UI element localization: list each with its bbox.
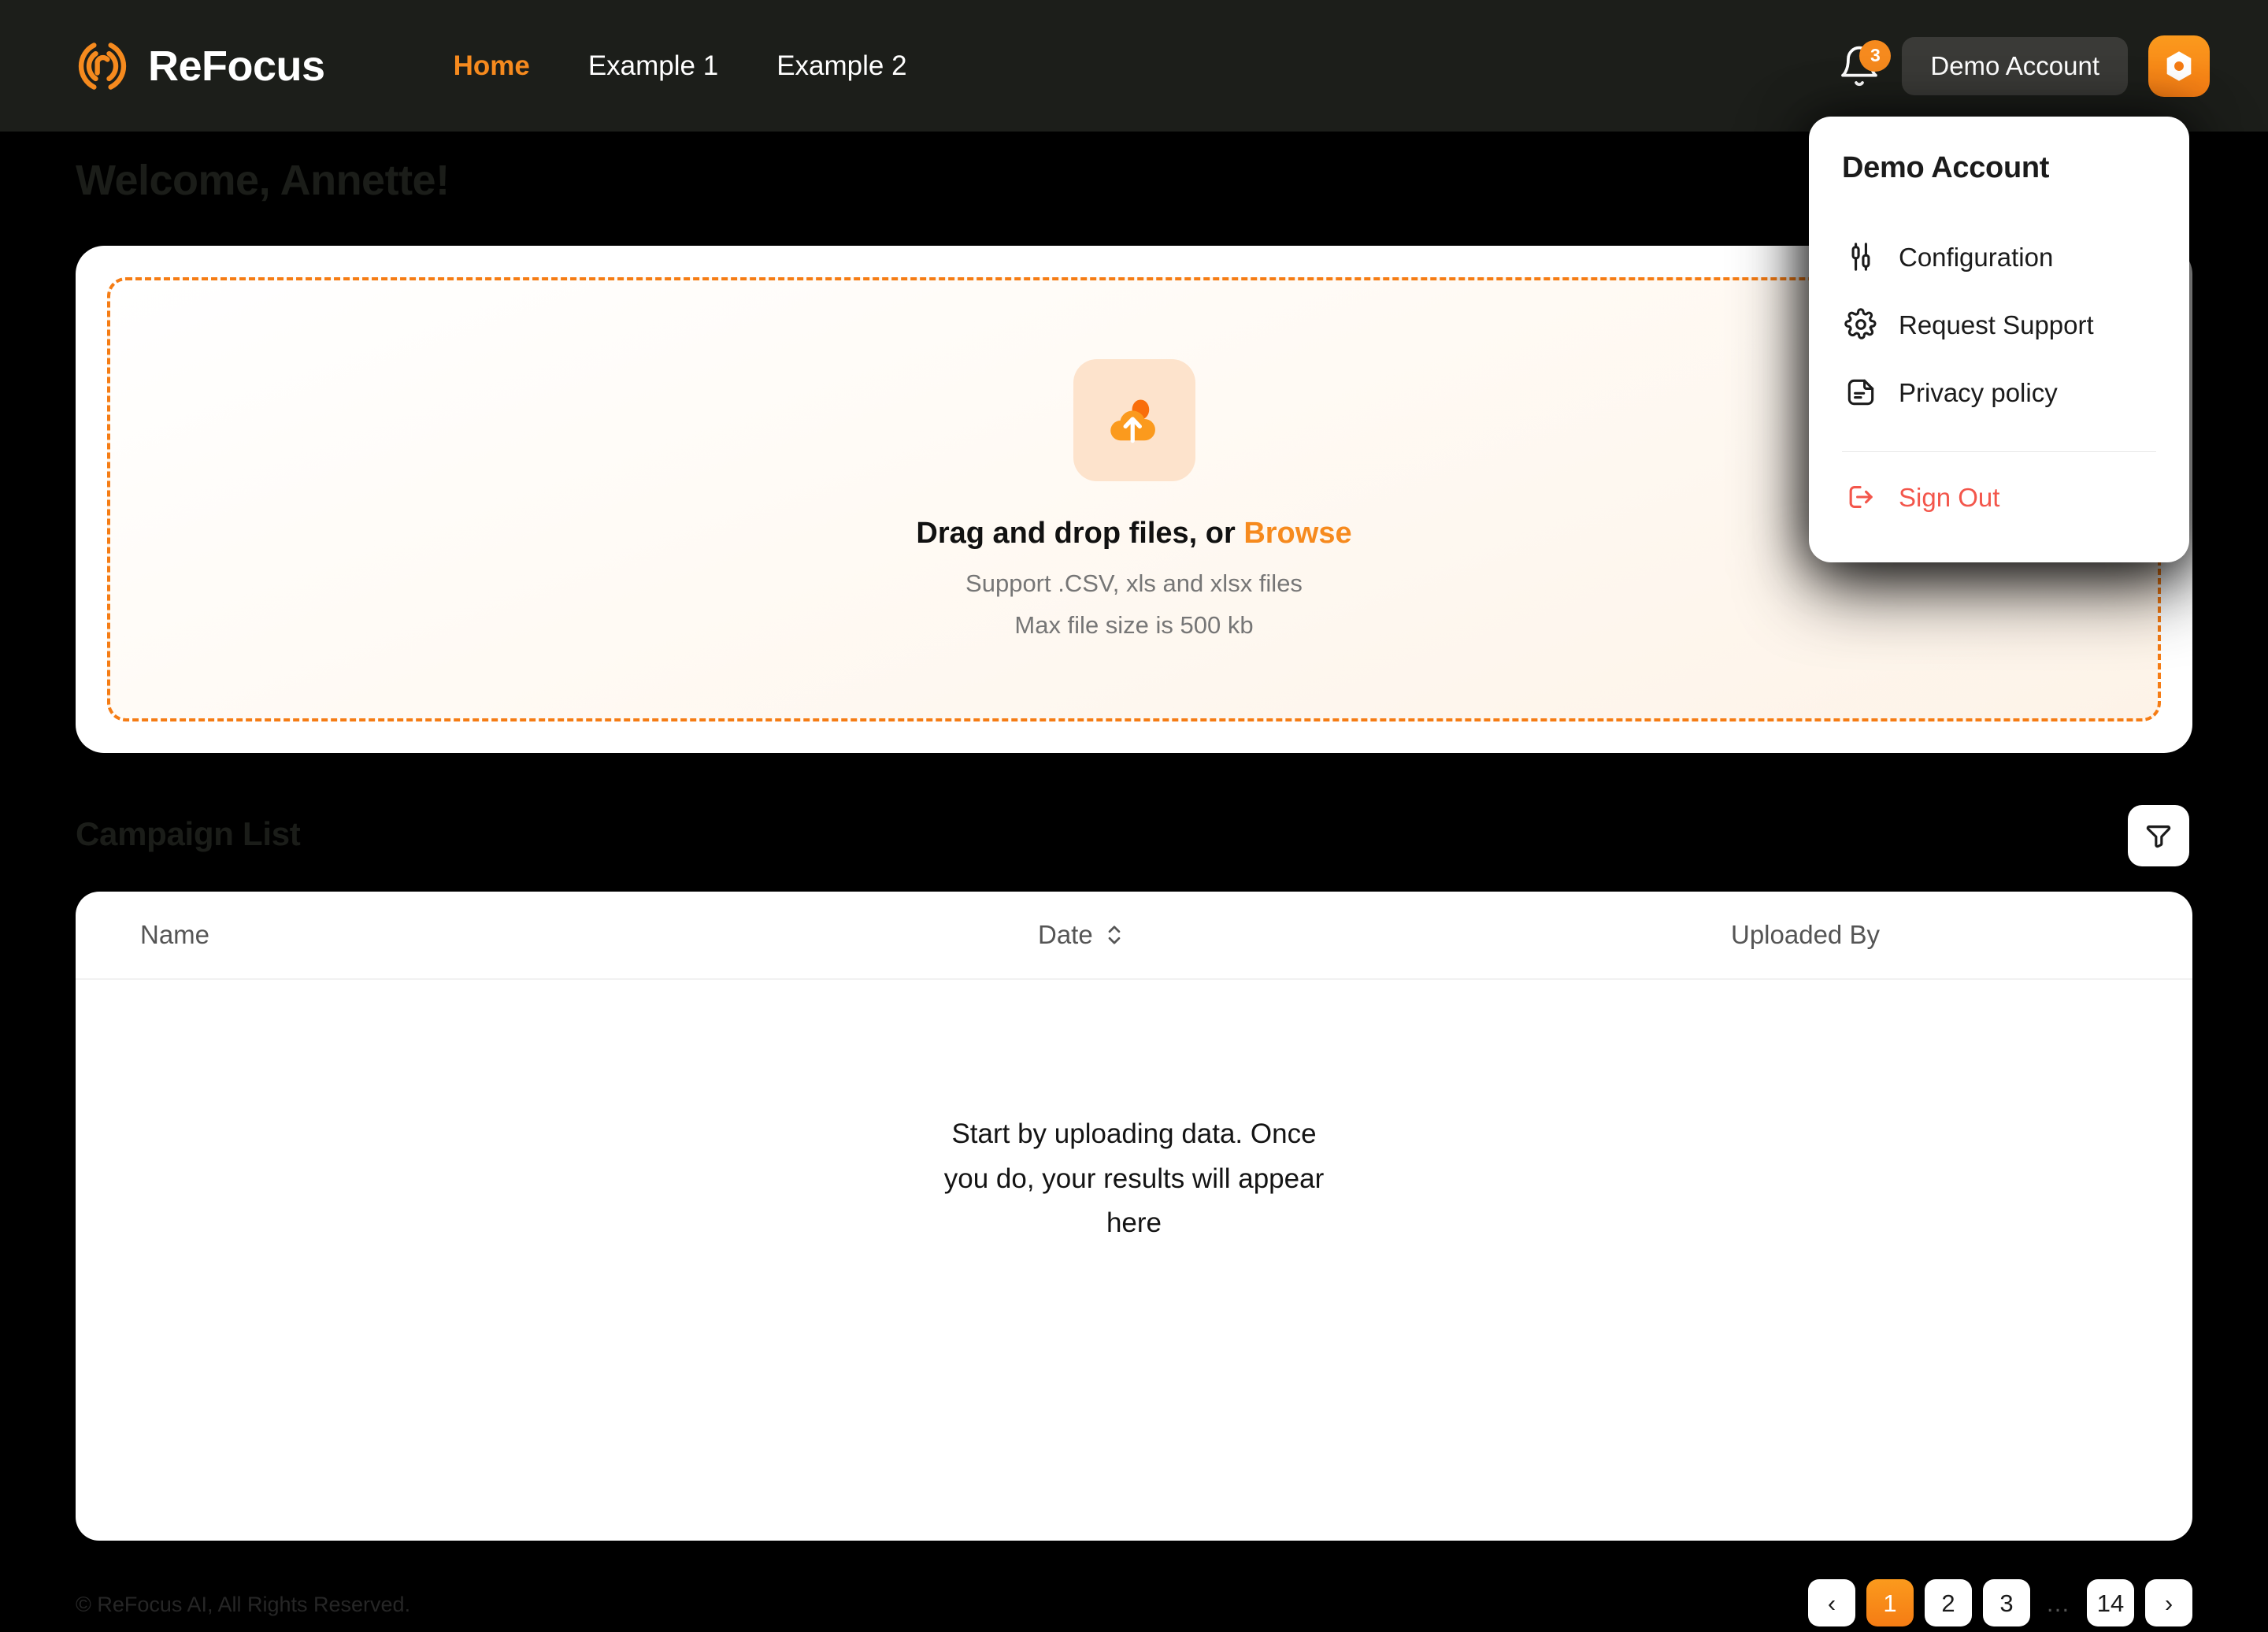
filter-button[interactable] [2128,805,2189,866]
account-button[interactable]: Demo Account [1902,36,2128,95]
dropzone-title: Drag and drop files, or Browse [916,516,1351,552]
table-header-row: Name Date Uploaded By [76,892,2192,980]
sliders-icon [1842,238,1880,276]
campaign-table: Name Date Uploaded By Start by uploading… [76,892,2192,1541]
brand-logo-group[interactable]: ReFocus [76,39,325,93]
nav-link-example-1[interactable]: Example 1 [559,52,747,80]
document-icon [1842,373,1880,411]
chevron-updown-icon [1108,925,1121,944]
cloud-upload-icon [1110,399,1155,443]
column-header-name: Name [140,920,210,949]
upload-icon-container [1073,358,1195,481]
pagination-page-last[interactable]: 14 [2087,1579,2134,1626]
pagination-page-3[interactable]: 3 [1983,1579,2030,1626]
dropdown-item-request-support[interactable]: Request Support [1842,291,2156,358]
avatar-menu-button[interactable] [2148,35,2210,97]
dropdown-item-sign-out-label: Sign Out [1899,482,2000,512]
logout-icon [1842,478,1880,516]
pagination: ‹ 1 2 3 … 14 › [1808,1579,2192,1626]
column-header-uploaded-by: Uploaded By [1731,920,1880,949]
hexagon-avatar-icon [2166,50,2192,81]
nav-link-example-2[interactable]: Example 2 [747,52,936,80]
filter-funnel-icon [2146,825,2171,848]
dropdown-item-sign-out[interactable]: Sign Out [1842,463,2156,531]
navbar-actions: 3 Demo Account [1837,35,2210,97]
dropdown-item-request-support-label: Request Support [1899,310,2094,339]
dropzone-title-text: Drag and drop files, or [916,516,1244,550]
brand-name: ReFocus [148,42,325,90]
dropdown-title: Demo Account [1842,151,2050,184]
table-empty-message: Start by uploading data. Once you do, yo… [76,1112,2192,1246]
notification-badge: 3 [1859,39,1892,72]
pagination-prev[interactable]: ‹ [1808,1579,1855,1626]
column-header-date-label: Date [1038,920,1093,949]
account-dropdown-menu: Demo Account Configuration Request Suppo… [1809,117,2189,562]
dropdown-item-configuration-label: Configuration [1899,242,2054,272]
nav-links: Home Example 1 Example 2 [424,52,936,80]
pagination-next[interactable]: › [2145,1579,2192,1626]
sort-toggle-icon[interactable] [1104,922,1125,948]
dropzone-support-text: Support .CSV, xls and xlsx files [965,569,1303,598]
dropdown-item-privacy-policy[interactable]: Privacy policy [1842,358,2156,426]
dropdown-divider [1842,451,2156,452]
pagination-page-2[interactable]: 2 [1925,1579,1972,1626]
nav-link-home[interactable]: Home [424,52,559,80]
page-title: Welcome, Annette! [76,157,450,204]
dropdown-item-configuration[interactable]: Configuration [1842,223,2156,291]
column-header-date[interactable]: Date [1038,920,1731,950]
browse-link[interactable]: Browse [1243,517,1351,550]
campaign-list-heading: Campaign List [76,815,301,852]
dropdown-item-privacy-policy-label: Privacy policy [1899,377,2058,407]
dropzone-max-size-text: Max file size is 500 kb [1014,611,1254,640]
gear-icon [1842,306,1880,343]
footer-copyright: © ReFocus AI, All Rights Reserved. [76,1593,411,1616]
refocus-logo-icon [78,42,127,90]
top-navbar: ReFocus Home Example 1 Example 2 3 Demo … [0,0,2268,132]
table-empty-message-text: Start by uploading data. Once you do, yo… [943,1118,1325,1239]
pagination-page-1[interactable]: 1 [1866,1579,1914,1626]
notifications-button[interactable]: 3 [1837,39,1892,89]
pagination-ellipsis: … [2045,1589,2072,1617]
